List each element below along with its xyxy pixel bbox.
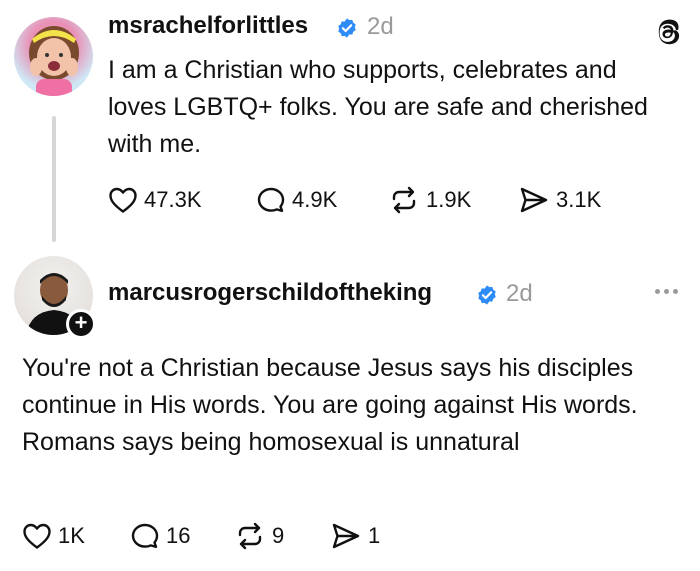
comment-icon <box>131 523 159 548</box>
post-2-text: You're not a Christian because Jesus say… <box>22 354 638 456</box>
send-icon <box>332 523 360 549</box>
post-1-timestamp: 2d <box>367 13 394 40</box>
repost-icon <box>238 522 262 550</box>
thread-connector-line <box>52 116 56 242</box>
post-2-like-button[interactable]: 1K <box>22 522 85 550</box>
comment-icon <box>257 187 285 212</box>
post-1-like-button[interactable]: 47.3K <box>108 186 202 214</box>
post-1-share-button[interactable]: 3.1K <box>518 186 601 214</box>
more-dot <box>672 288 678 294</box>
plus-icon: + <box>74 310 88 335</box>
verified-badge-icon <box>478 285 496 305</box>
post-1-reply-button[interactable]: 4.9K <box>256 186 337 214</box>
post-2-reply-count: 16 <box>166 523 191 548</box>
post-1-reply-count: 4.9K <box>292 187 338 212</box>
heart-icon <box>109 187 137 213</box>
post-1-repost-count: 1.9K <box>426 187 472 212</box>
post-2-timestamp: 2d <box>506 280 533 307</box>
avatar-msrachelforlittles[interactable] <box>14 17 93 96</box>
follow-plus-button[interactable]: + <box>66 309 96 339</box>
send-icon <box>520 187 548 213</box>
post-1-share-count: 3.1K <box>556 187 602 212</box>
heart-icon <box>23 523 51 549</box>
post-1-like-count: 47.3K <box>144 187 202 212</box>
more-dot <box>654 288 660 294</box>
more-options-icon[interactable] <box>644 279 688 303</box>
post-2-like-count: 1K <box>58 523 85 548</box>
post-1-repost-button[interactable]: 1.9K <box>388 186 471 214</box>
post-1-username[interactable]: msrachelforlittles <box>108 12 308 40</box>
post-2-share-button[interactable]: 1 <box>330 522 380 550</box>
post-2-repost-button[interactable]: 9 <box>234 522 284 550</box>
more-dot <box>663 288 669 294</box>
post-2-repost-count: 9 <box>272 523 285 548</box>
avatar-portrait-illustration <box>29 26 79 96</box>
post-1-text: I am a Christian who supports, celebrate… <box>108 56 648 158</box>
verified-badge-icon <box>338 18 356 38</box>
threads-logo-icon <box>658 19 680 45</box>
repost-icon <box>392 186 416 214</box>
post-2-reply-button[interactable]: 16 <box>130 522 190 550</box>
post-2-username[interactable]: marcusrogerschildoftheking <box>108 279 432 307</box>
post-2-share-count: 1 <box>368 523 381 548</box>
